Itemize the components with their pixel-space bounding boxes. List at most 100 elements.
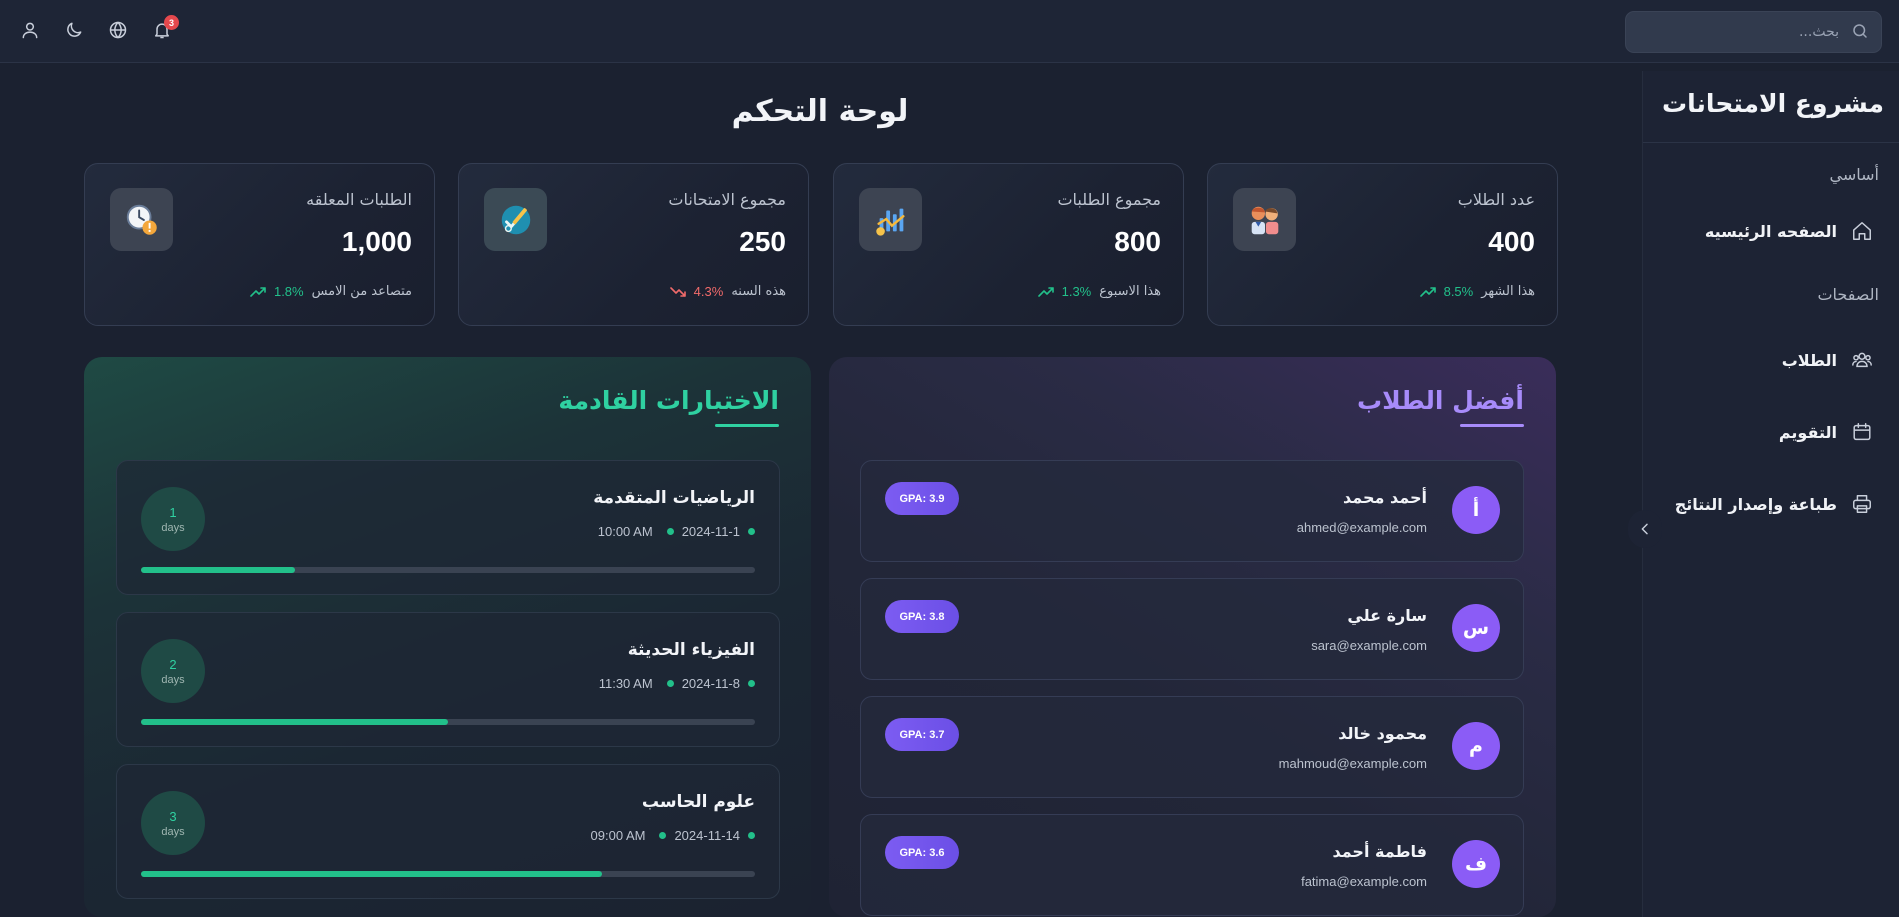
- stat-period: هذا الشهر: [1481, 284, 1535, 299]
- days-remaining-badge: 3 days: [141, 791, 205, 855]
- title-underline: [1460, 424, 1524, 427]
- exam-meta: 2024-11-14 09:00 AM: [591, 828, 755, 843]
- page-title: لوحة التحكم: [731, 94, 909, 129]
- divider: [1643, 142, 1899, 143]
- exam-date: 2024-11-1: [681, 524, 740, 539]
- exam-card[interactable]: علوم الحاسب 2024-11-14 09:00 AM 3 days: [116, 764, 780, 899]
- avatar: أ: [1452, 486, 1500, 534]
- stat-value: 800: [1114, 226, 1161, 257]
- moon-icon[interactable]: [63, 19, 85, 41]
- status-dot: [748, 680, 755, 687]
- trend-up-icon: [1037, 286, 1054, 297]
- exam-name: علوم الحاسب: [641, 792, 755, 812]
- pending-clock-icon: [110, 188, 173, 251]
- sidebar-item-label: التقويم: [1778, 422, 1837, 442]
- title-underline: [715, 424, 779, 427]
- stat-percent: 4.3%: [693, 284, 724, 299]
- days-label: days: [161, 673, 185, 686]
- panel-title: الاختبارات القادمة: [558, 386, 779, 415]
- stat-card-students: عدد الطلاب 400 هذا الشهر 8.5%: [1207, 163, 1558, 326]
- printer-icon: [1853, 495, 1871, 513]
- progress-bar: [141, 719, 755, 725]
- stat-trend: هذا الشهر 8.5%: [1419, 284, 1535, 299]
- avatar: س: [1452, 604, 1500, 652]
- exam-card[interactable]: الرياضيات المتقدمة 2024-11-1 10:00 AM 1 …: [116, 460, 780, 595]
- globe-icon[interactable]: [107, 19, 129, 41]
- search-box[interactable]: [1625, 11, 1882, 53]
- stat-label: مجموع الامتحانات: [668, 190, 786, 209]
- student-card[interactable]: ف فاطمة أحمد fatima@example.com GPA: 3.6: [860, 814, 1524, 916]
- gpa-badge: GPA: 3.9: [885, 482, 959, 515]
- days-count: 1: [169, 504, 177, 520]
- status-dot: [666, 680, 674, 687]
- exam-card[interactable]: الفيزياء الحديثة 2024-11-8 11:30 AM 2 da…: [116, 612, 780, 747]
- sidebar-item-home[interactable]: الصفحه الرئيسيه: [1705, 216, 1873, 246]
- stat-card-pending: الطلبات المعلقه 1,000 متصاعد من الامس 1.…: [84, 163, 435, 326]
- section-pages-label: الصفحات: [1817, 285, 1879, 304]
- bell-icon[interactable]: 3: [151, 15, 179, 41]
- days-label: days: [161, 521, 185, 534]
- stat-period: هذه السنه: [731, 284, 786, 299]
- status-dot: [666, 528, 674, 535]
- days-count: 3: [169, 808, 177, 824]
- student-card[interactable]: س سارة علي sara@example.com GPA: 3.8: [860, 578, 1524, 680]
- gpa-badge: GPA: 3.8: [885, 600, 959, 633]
- exam-date: 2024-11-14: [674, 828, 740, 843]
- student-name: سارة علي: [1347, 606, 1427, 625]
- top-bar: 3: [0, 0, 1899, 63]
- stat-trend: متصاعد من الامس 1.8%: [250, 284, 412, 299]
- exam-name: الفيزياء الحديثة: [627, 640, 755, 660]
- stat-percent: 1.8%: [273, 284, 304, 299]
- progress-fill: [141, 719, 448, 725]
- status-dot: [748, 528, 755, 535]
- sidebar-item-students[interactable]: الطلاب: [1782, 345, 1873, 375]
- student-email: sara@example.com: [1311, 638, 1427, 653]
- sidebar-item-label: الطلاب: [1781, 350, 1837, 370]
- exam-time: 09:00 AM: [590, 828, 646, 843]
- trend-up-icon: [1419, 286, 1436, 297]
- stat-label: مجموع الطلبات: [1057, 190, 1161, 209]
- progress-bar: [141, 567, 755, 573]
- upcoming-exams-panel: الاختبارات القادمة الرياضيات المتقدمة 20…: [84, 357, 811, 917]
- stat-card-requests: مجموع الطلبات 800 هذا الاسبوع 1.3%: [833, 163, 1184, 326]
- student-email: mahmoud@example.com: [1278, 756, 1427, 771]
- exam-time: 10:00 AM: [597, 524, 653, 539]
- avatar: ف: [1452, 840, 1500, 888]
- exam-meta: 2024-11-8 11:30 AM: [599, 676, 755, 691]
- sidebar-collapse-button[interactable]: [1628, 510, 1662, 548]
- trend-down-icon: [669, 286, 686, 297]
- calendar-icon: [1853, 423, 1871, 441]
- progress-bar: [141, 871, 755, 877]
- student-email: fatima@example.com: [1301, 874, 1427, 889]
- student-name: أحمد محمد: [1343, 488, 1427, 507]
- exam-time: 11:30 AM: [598, 676, 653, 691]
- student-card[interactable]: أ أحمد محمد ahmed@example.com GPA: 3.9: [860, 460, 1524, 562]
- stat-period: متصاعد من الامس: [311, 284, 412, 299]
- stat-trend: هذا الاسبوع 1.3%: [1037, 284, 1161, 299]
- student-name: محمود خالد: [1338, 724, 1427, 743]
- stat-percent: 1.3%: [1061, 284, 1092, 299]
- exam-name: الرياضيات المتقدمة: [593, 488, 755, 508]
- days-label: days: [161, 825, 185, 838]
- stat-label: عدد الطلاب: [1457, 190, 1535, 209]
- sidebar-item-calendar[interactable]: التقويم: [1779, 417, 1873, 447]
- stat-label: الطلبات المعلقه: [306, 190, 412, 209]
- search-input[interactable]: [1636, 12, 1841, 52]
- exam-check-icon: [484, 188, 547, 251]
- user-icon[interactable]: [19, 19, 41, 41]
- top-students-panel: أفضل الطلاب أ أحمد محمد ahmed@example.co…: [829, 357, 1556, 917]
- exam-meta: 2024-11-1 10:00 AM: [598, 524, 755, 539]
- stat-card-exams: مجموع الامتحانات 250 هذه السنه 4.3%: [458, 163, 809, 326]
- student-name: فاطمة أحمد: [1332, 842, 1427, 861]
- days-count: 2: [169, 656, 177, 672]
- users-icon: [1852, 352, 1872, 368]
- notification-badge: 3: [164, 15, 179, 30]
- chevron-left-icon: [1641, 523, 1648, 535]
- sidebar-item-print-results[interactable]: طباعة وإصدار النتائج: [1675, 489, 1873, 519]
- student-card[interactable]: م محمود خالد mahmoud@example.com GPA: 3.…: [860, 696, 1524, 798]
- trend-up-icon: [250, 286, 266, 297]
- brand-title: مشروع الامتحانات: [1662, 89, 1884, 118]
- gpa-badge: GPA: 3.6: [885, 836, 959, 869]
- days-remaining-badge: 1 days: [141, 487, 205, 551]
- student-email: ahmed@example.com: [1296, 520, 1427, 535]
